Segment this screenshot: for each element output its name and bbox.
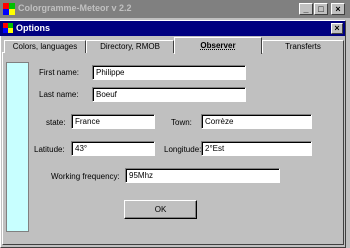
last-name-label: Last name: [39, 90, 79, 99]
tab-directory-rmob[interactable]: Directory, RMOB [86, 40, 174, 53]
tab-transferts[interactable]: Transferts [262, 40, 344, 53]
tab-label: Colors, languages [12, 42, 78, 51]
close-icon[interactable]: × [331, 23, 343, 34]
town-label: Town: [171, 118, 192, 127]
tab-label: Transferts [285, 42, 321, 51]
state-label: state: [46, 118, 66, 127]
latitude-label: Latitude: [34, 145, 65, 154]
first-name-field[interactable]: Philippe [92, 65, 246, 80]
town-field[interactable]: Corrèze [201, 114, 312, 129]
latitude-field[interactable]: 43° [71, 141, 155, 156]
maximize-icon[interactable]: □ [314, 3, 328, 15]
working-frequency-field[interactable]: 95Mhz [125, 168, 280, 183]
close-icon[interactable]: × [331, 3, 345, 15]
dialog-title: Options [16, 23, 50, 33]
first-name-label: First name: [39, 68, 80, 77]
longitude-label: Longitude: [164, 145, 202, 154]
tab-colors-languages[interactable]: Colors, languages [4, 40, 86, 53]
tab-label: Observer [200, 41, 236, 50]
tab-observer[interactable]: Observer [174, 37, 262, 54]
longitude-field[interactable]: 2°Est [201, 141, 312, 156]
parent-window-title: Colorgramme-Meteor v 2.2 [18, 3, 132, 13]
working-frequency-label: Working frequency: [51, 172, 120, 181]
side-panel [6, 62, 29, 232]
last-name-field[interactable]: Boeuf [92, 87, 246, 102]
app-icon [3, 3, 15, 15]
minimize-icon[interactable]: _ [299, 3, 313, 15]
dialog-titlebar[interactable] [0, 21, 345, 36]
state-field[interactable]: France [71, 114, 155, 129]
ok-button[interactable]: OK [124, 200, 197, 219]
app-icon [3, 23, 14, 34]
tab-label: Directory, RMOB [100, 42, 160, 51]
